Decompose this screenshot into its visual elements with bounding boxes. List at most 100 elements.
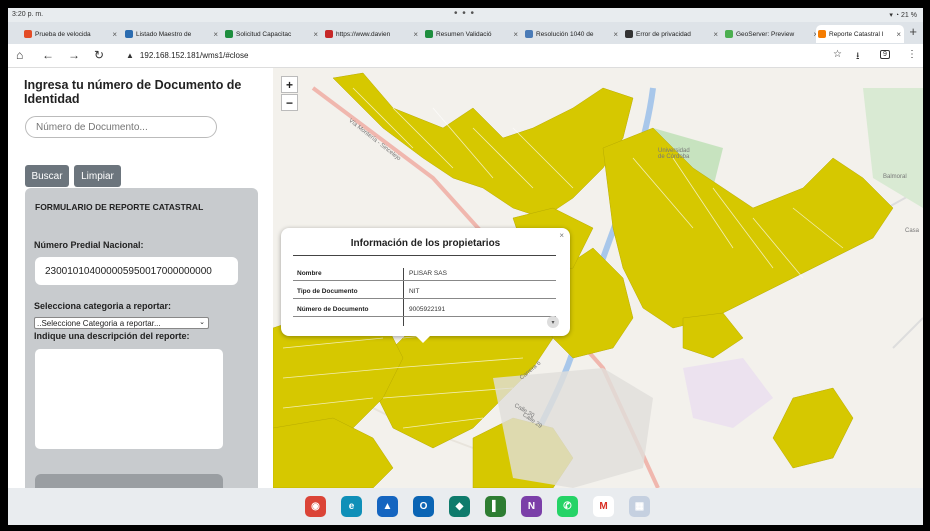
- tab-close-icon[interactable]: ×: [613, 30, 618, 39]
- tab-label: Resumen Validació: [436, 30, 492, 38]
- owner-name-value: PLISAR SAS: [409, 270, 447, 277]
- popup-divider: [293, 255, 556, 256]
- download-icon[interactable]: ⭳: [856, 49, 860, 66]
- tab-5[interactable]: Resolución 1040 de ×: [523, 25, 621, 43]
- tab-favicon-icon: [625, 30, 633, 38]
- tab-close-icon[interactable]: ×: [112, 30, 117, 39]
- tablet-screen: 3:20 p. m. • • • ▾ ◔ 21 % Prueba de velo…: [8, 8, 923, 525]
- url-field[interactable]: ▲ 192.168.152.181/wms1/#close: [126, 47, 826, 64]
- map-label-balmoral: Balmoral: [883, 174, 907, 180]
- tab-close-icon[interactable]: ×: [213, 30, 218, 39]
- popup-row-divider: [293, 316, 556, 317]
- url-text: 192.168.152.181/wms1/#close: [139, 51, 249, 60]
- wifi-icon: ◔: [894, 12, 900, 19]
- predial-label: Número Predial Nacional:: [34, 240, 144, 250]
- tab-label: Listado Maestro de: [136, 30, 192, 38]
- tab-3[interactable]: https://www.davien ×: [323, 25, 421, 43]
- zoom-out-button[interactable]: −: [281, 94, 298, 111]
- multitask-dots-icon[interactable]: • • •: [454, 8, 475, 19]
- owner-info-popup: × Información de los propietarios Nombre…: [281, 228, 570, 343]
- onenote-app-icon[interactable]: N: [521, 496, 542, 517]
- submit-button[interactable]: [35, 474, 223, 488]
- description-textarea[interactable]: [35, 349, 223, 449]
- outlook-app-icon[interactable]: O: [413, 496, 434, 517]
- popup-tail: [416, 336, 430, 343]
- tab-label: Resolución 1040 de: [536, 30, 594, 38]
- document-number-input[interactable]: [25, 116, 217, 138]
- search-button[interactable]: Buscar: [25, 165, 69, 187]
- tab-favicon-icon: [525, 30, 533, 38]
- whatsapp-app-icon[interactable]: ✆: [557, 496, 578, 517]
- address-bar: ⌂ ← → ↻ ▲ 192.168.152.181/wms1/#close ☆ …: [8, 44, 923, 68]
- description-label: Indique una descripción del reporte:: [34, 331, 190, 341]
- tab-7[interactable]: GeoServer: Preview×: [723, 25, 821, 43]
- planner-app-icon[interactable]: ▌: [485, 496, 506, 517]
- category-selected-value: ..Seleccione Categoria a reportar...: [37, 318, 161, 328]
- popup-scroll-down-icon[interactable]: ▾: [547, 316, 559, 328]
- clear-button[interactable]: Limpiar: [74, 165, 121, 187]
- warning-icon[interactable]: ▲: [126, 51, 134, 60]
- form-title: FORMULARIO DE REPORTE CATASTRAL: [35, 202, 204, 212]
- tab-0[interactable]: Prueba de velocida ×: [22, 25, 120, 43]
- popup-title: Información de los propietarios: [350, 238, 501, 249]
- tab-close-icon[interactable]: ×: [896, 30, 901, 39]
- popup-column-divider: [403, 268, 404, 326]
- tab-favicon-icon: [425, 30, 433, 38]
- tab-8[interactable]: Reporte Catastral I ×: [816, 25, 904, 43]
- bookmark-star-icon[interactable]: ☆: [833, 49, 842, 60]
- tab-1[interactable]: Listado Maestro de ×: [123, 25, 221, 43]
- doc-number-label: Número de Documento: [297, 306, 369, 313]
- tab-label: GeoServer: Preview: [736, 30, 795, 38]
- doc-type-value: NIT: [409, 288, 420, 295]
- chevron-down-icon: ⌄: [199, 319, 205, 326]
- map-label-university: Universidad de Córdoba: [658, 148, 690, 160]
- forward-icon[interactable]: →: [68, 48, 80, 62]
- page-title: Ingresa tu número de Documento de Identi…: [24, 78, 242, 106]
- tab-6[interactable]: Error de privacidad ×: [623, 25, 721, 43]
- tab-favicon-icon: [325, 30, 333, 38]
- doc-type-label: Tipo de Documento: [297, 288, 358, 295]
- mobile-app-icon[interactable]: ◆: [449, 496, 470, 517]
- map-label-casa: Casa: [905, 228, 920, 234]
- reload-icon[interactable]: ↻: [94, 48, 104, 62]
- tab-label: Error de privacidad: [636, 30, 691, 38]
- clock: 3:20 p. m.: [12, 11, 44, 18]
- home-icon[interactable]: ⌂: [16, 48, 23, 62]
- menu-icon[interactable]: ⋮: [907, 49, 917, 60]
- photos-app-icon[interactable]: ▲: [377, 496, 398, 517]
- tab-favicon-icon: [818, 30, 826, 38]
- web-page: Ingresa tu número de Documento de Identi…: [8, 68, 923, 488]
- owner-name-label: Nombre: [297, 270, 322, 277]
- apps-grid-icon[interactable]: ▦: [629, 496, 650, 517]
- tab-label: Solicitud Capacitac: [236, 30, 292, 38]
- tab-label: https://www.davien: [336, 30, 391, 38]
- back-icon[interactable]: ←: [42, 48, 54, 62]
- category-select[interactable]: ..Seleccione Categoria a reportar... ⌄: [34, 317, 209, 329]
- tab-label: Prueba de velocida: [35, 30, 91, 38]
- tab-favicon-icon: [24, 30, 32, 38]
- edge-app-icon[interactable]: e: [341, 496, 362, 517]
- tab-favicon-icon: [225, 30, 233, 38]
- new-tab-icon[interactable]: +: [909, 24, 917, 39]
- zoom-in-button[interactable]: +: [281, 76, 298, 93]
- tab-count-icon[interactable]: 9: [880, 50, 890, 59]
- tab-close-icon[interactable]: ×: [313, 30, 318, 39]
- report-form: FORMULARIO DE REPORTE CATASTRAL Número P…: [25, 188, 258, 488]
- gmail-app-icon[interactable]: M: [593, 496, 614, 517]
- tab-4[interactable]: Resumen Validació ×: [423, 25, 521, 43]
- tab-favicon-icon: [125, 30, 133, 38]
- app-dock: ◉ e ▲ O ◆ ▌ N ✆ M ▦: [8, 488, 923, 525]
- sidebar-panel: Ingresa tu número de Documento de Identi…: [8, 68, 265, 488]
- doc-number-value: 9005922191: [409, 306, 446, 313]
- tab-strip: Prueba de velocida × Listado Maestro de × So…: [8, 22, 923, 44]
- predial-number-field[interactable]: 230010104000005950017000000000: [35, 257, 238, 285]
- tab-close-icon[interactable]: ×: [413, 30, 418, 39]
- chrome-app-icon[interactable]: ◉: [305, 496, 326, 517]
- tab-close-icon[interactable]: ×: [713, 30, 718, 39]
- category-label: Selecciona categoria a reportar:: [34, 301, 172, 311]
- tab-label: Reporte Catastral I: [829, 30, 884, 38]
- popup-row-divider: [293, 298, 556, 299]
- tab-favicon-icon: [725, 30, 733, 38]
- tab-close-icon[interactable]: ×: [513, 30, 518, 39]
- tab-2[interactable]: Solicitud Capacitac ×: [223, 25, 321, 43]
